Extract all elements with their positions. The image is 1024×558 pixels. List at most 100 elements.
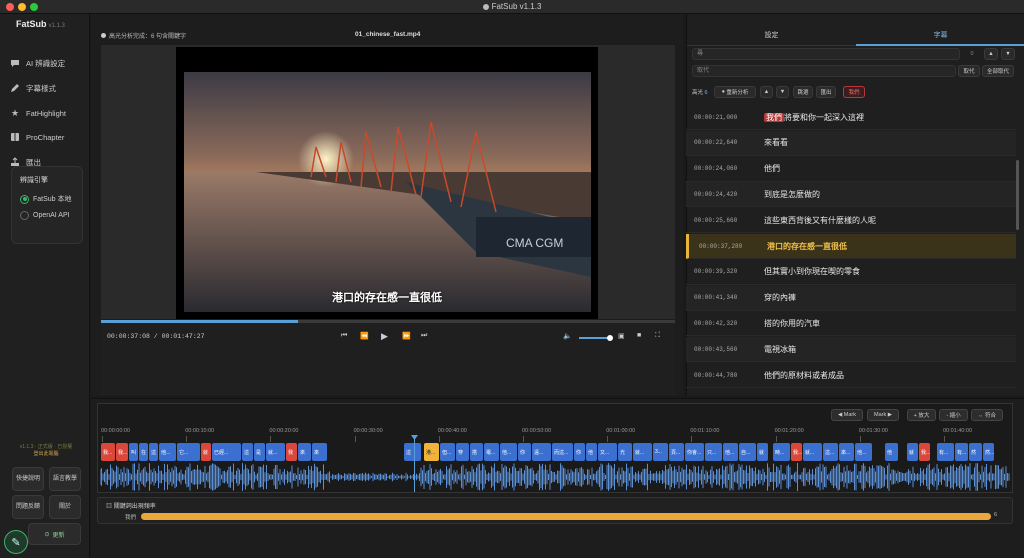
subtitle-text[interactable]: 我們 將要和你一起深入這裡: [764, 112, 864, 123]
fullscreen-icon[interactable]: ⛶: [655, 332, 660, 340]
timeline-segment[interactable]: 你會...: [685, 443, 704, 461]
playhead[interactable]: [414, 438, 415, 492]
timeline-segment[interactable]: 我...: [116, 443, 128, 461]
timeline-segment[interactable]: 它...: [177, 443, 200, 461]
timeline-segment[interactable]: 就...: [633, 443, 652, 461]
timeline-segment[interactable]: 是: [254, 443, 265, 461]
timeline-segment[interactable]: 我...: [791, 443, 802, 461]
timeline-segment[interactable]: 我...: [919, 443, 930, 461]
timeline-segment[interactable]: 搭: [470, 443, 483, 461]
timeline-segment[interactable]: 穿: [456, 443, 469, 461]
about-button[interactable]: 關於: [49, 495, 81, 519]
engine-option-openai[interactable]: OpenAI API: [20, 211, 70, 220]
find-prev-button[interactable]: ▲: [984, 48, 998, 60]
zoom-out-button[interactable]: - 縮小: [939, 409, 968, 421]
tab-subtitles[interactable]: 字幕: [856, 24, 1024, 46]
replace-button[interactable]: 取代: [958, 65, 980, 77]
timeline-segment[interactable]: 又...: [598, 443, 617, 461]
snapshot-icon[interactable]: ▣: [618, 332, 625, 340]
highlight-next-button[interactable]: ▼: [776, 86, 789, 98]
timeline-segment[interactable]: 只...: [705, 443, 722, 461]
sidebar-item-fathighlight[interactable]: ★ FatHighlight: [10, 106, 66, 120]
timeline-segment[interactable]: 這: [242, 443, 253, 461]
timeline-segment[interactable]: 就...: [803, 443, 822, 461]
timeline-segment[interactable]: 3...: [653, 443, 668, 461]
timeline-segment[interactable]: 已經...: [212, 443, 241, 461]
feedback-button[interactable]: 問題反饋: [12, 495, 44, 519]
camera-icon[interactable]: ■: [637, 332, 641, 339]
timeline-segment[interactable]: 在: [139, 443, 148, 461]
timeline-segment[interactable]: 光: [618, 443, 632, 461]
shortcuts-button[interactable]: 快捷說明: [12, 467, 44, 491]
video-player[interactable]: CMA CGM 港口的存在感一直很低: [176, 47, 598, 319]
highlight-prev-button[interactable]: ▲: [760, 86, 773, 98]
timeline-segment[interactable]: 而這...: [552, 443, 573, 461]
timeline-segment[interactable]: 你: [574, 443, 585, 461]
subtitle-row[interactable]: 00:00:37,280 港口的存在感一直很低: [686, 234, 1016, 259]
volume-icon[interactable]: 🔈: [563, 332, 572, 340]
replace-input[interactable]: 取代: [692, 65, 956, 77]
timeline-segment[interactable]: 但...: [440, 443, 455, 461]
timeline-segment[interactable]: 這: [149, 443, 158, 461]
subtitle-text[interactable]: 他們的原材料或者成品: [764, 370, 844, 381]
timeline-segment[interactable]: 就...: [266, 443, 285, 461]
exit-button[interactable]: 匯出: [816, 86, 836, 98]
subtitle-text[interactable]: 港口的存在感一直很低: [767, 241, 847, 252]
subtitle-row[interactable]: 00:00:24,060 他們: [686, 157, 1016, 182]
rewind-button[interactable]: ⏪: [360, 332, 369, 340]
timeline-segment[interactable]: 電...: [484, 443, 499, 461]
play-button[interactable]: ▶: [381, 331, 388, 342]
subtitle-text[interactable]: 搭的你用的汽車: [764, 318, 820, 329]
subtitle-text[interactable]: 這些東西背後又有什麼樣的人呢: [764, 215, 876, 226]
find-input[interactable]: 尋: [692, 48, 960, 60]
timeline-segment[interactable]: 頁...: [669, 443, 684, 461]
tab-settings[interactable]: 設定: [687, 24, 856, 46]
maximize-window-button[interactable]: [30, 3, 38, 11]
timeline-segment[interactable]: 港...: [424, 443, 439, 461]
timeline-segment[interactable]: 他...: [855, 443, 872, 461]
volume-slider[interactable]: [579, 335, 613, 341]
tutorial-button[interactable]: 語言教學: [49, 467, 81, 491]
timeline-segment[interactable]: 他...: [500, 443, 517, 461]
timeline-segment[interactable]: 他: [885, 443, 898, 461]
zoom-in-button[interactable]: + 放大: [907, 409, 936, 421]
sidebar-item-subtitle-style[interactable]: 字幕樣式: [10, 81, 56, 95]
timeline-segment[interactable]: 來...: [839, 443, 854, 461]
replace-all-button[interactable]: 全部取代: [982, 65, 1014, 77]
subtitle-text[interactable]: 但其實小到你現在喫的零食: [764, 266, 860, 277]
timeline-segment[interactable]: 遠...: [532, 443, 551, 461]
close-window-button[interactable]: [6, 3, 14, 11]
jump-button[interactable]: 跳選: [793, 86, 813, 98]
subtitle-row[interactable]: 00:00:21,000 我們 將要和你一起深入這裡: [686, 105, 1016, 130]
timeline-segment[interactable]: 就: [757, 443, 768, 461]
sidebar-item-ai-settings[interactable]: AI 辨識設定: [10, 56, 65, 70]
timeline-segment[interactable]: 他...: [159, 443, 176, 461]
timeline-segment[interactable]: 然: [969, 443, 982, 461]
timeline-segment[interactable]: 我...: [101, 443, 115, 461]
timeline-segment[interactable]: 他: [586, 443, 597, 461]
timeline-segment[interactable]: 叫: [129, 443, 138, 461]
timeline-segment[interactable]: 你: [518, 443, 531, 461]
timeline-segment[interactable]: 這: [404, 443, 421, 461]
timeline-segment[interactable]: 來: [312, 443, 327, 461]
subtitle-row[interactable]: 00:00:24,420 到底是怎麼做的: [686, 182, 1016, 208]
subtitle-row[interactable]: 00:00:22,640 來看看: [686, 130, 1016, 156]
timeline-segment[interactable]: 我: [286, 443, 297, 461]
subtitle-row[interactable]: 00:00:25,660 這些東西背後又有什麼樣的人呢: [686, 208, 1016, 234]
subtitle-text[interactable]: 穿的內褲: [764, 292, 796, 303]
update-button[interactable]: ⊙ 更新: [28, 523, 81, 545]
timeline-segment[interactable]: 自...: [739, 443, 756, 461]
sidebar-item-prochapter[interactable]: ProChapter: [10, 130, 64, 144]
subtitle-row[interactable]: 00:00:42,320 搭的你用的汽車: [686, 311, 1016, 337]
subtitle-row[interactable]: 00:00:39,320 但其實小到你現在喫的零食: [686, 260, 1016, 285]
reanalyze-button[interactable]: ● 重新分析: [714, 86, 756, 98]
timeline-segment[interactable]: 有...: [937, 443, 954, 461]
timeline-segment[interactable]: 然...: [983, 443, 994, 461]
keyword-chip[interactable]: 我們: [843, 86, 865, 98]
subtitle-row[interactable]: 00:00:41,340 穿的內褲: [686, 285, 1016, 311]
engine-option-local[interactable]: FatSub 本地: [20, 194, 72, 204]
timeline-segment[interactable]: 就: [907, 443, 918, 461]
timeline-segment[interactable]: 來: [298, 443, 311, 461]
mark-next-button[interactable]: Mark ▶: [867, 409, 899, 421]
find-next-button[interactable]: ▼: [1001, 48, 1015, 60]
